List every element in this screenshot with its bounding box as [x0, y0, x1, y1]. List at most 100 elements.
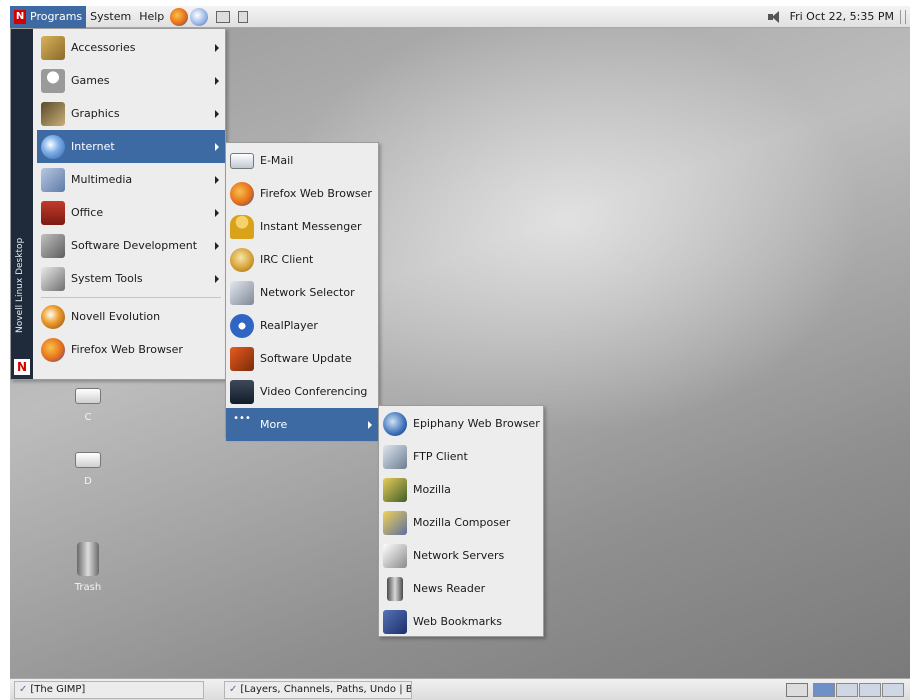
- menu-item-label: Multimedia: [71, 173, 133, 186]
- menu-item-label: Mozilla Composer: [413, 516, 511, 529]
- menu-item-epiphany-web-browser[interactable]: Epiphany Web Browser: [379, 407, 543, 440]
- menu-item-office[interactable]: Office: [37, 196, 225, 229]
- menu-item-label: Graphics: [71, 107, 120, 120]
- menu-item-label: Office: [71, 206, 104, 219]
- workspace-4[interactable]: [882, 682, 904, 697]
- menu-item-label: RealPlayer: [260, 319, 318, 332]
- web-bookmarks-icon: [383, 609, 407, 634]
- menu-item-label: Accessories: [71, 41, 136, 54]
- workspace-2[interactable]: [836, 682, 858, 697]
- menu-item-software-development[interactable]: Software Development: [37, 229, 225, 262]
- programs-menu-button[interactable]: N Programs: [10, 5, 87, 28]
- desktop-icon-trash[interactable]: Trash: [58, 542, 118, 593]
- ftp-client-icon: [383, 444, 407, 469]
- menu-item-software-update[interactable]: Software Update: [226, 342, 378, 375]
- menu-item-firefox-web-browser[interactable]: Firefox Web Browser: [226, 177, 378, 210]
- menu-item-label: More: [260, 418, 288, 431]
- firefox-icon: [230, 181, 254, 206]
- mozilla-composer-icon: [383, 510, 407, 535]
- desktop-icon-label: D: [84, 476, 92, 487]
- submenu-arrow-icon: [215, 242, 219, 250]
- menu-item-label: Software Update: [260, 352, 352, 365]
- evolution-launcher-icon[interactable]: [190, 7, 209, 26]
- submenu-arrow-icon: [215, 110, 219, 118]
- workspace-applet-icon[interactable]: [216, 10, 231, 23]
- software-development-icon: [41, 233, 65, 258]
- more-icon: •••: [233, 412, 251, 424]
- volume-icon[interactable]: [767, 10, 784, 24]
- help-menu-button[interactable]: Help: [135, 6, 168, 28]
- menu-item-ftp-client[interactable]: FTP Client: [379, 440, 543, 473]
- network-servers-icon: [383, 543, 407, 568]
- top-panel: N Programs System Help Fri Oct 22, 5:35 …: [10, 5, 910, 28]
- panel-handle[interactable]: [900, 9, 906, 24]
- menu-item-label: Web Bookmarks: [413, 615, 502, 628]
- submenu-arrow-icon: [215, 209, 219, 217]
- firefox-icon: [41, 337, 65, 362]
- menu-item-firefox-web-browser[interactable]: Firefox Web Browser: [37, 333, 225, 366]
- submenu-arrow-icon: [215, 143, 219, 151]
- window-icon: ✓: [229, 684, 238, 695]
- epiphany-icon: [383, 411, 407, 436]
- menu-item-instant-messenger[interactable]: Instant Messenger: [226, 210, 378, 243]
- novell-logo-icon: N: [14, 359, 30, 375]
- evolution-icon: [41, 304, 65, 329]
- menu-item-graphics[interactable]: Graphics: [37, 97, 225, 130]
- menu-item-multimedia[interactable]: Multimedia: [37, 163, 225, 196]
- realplayer-icon: [230, 313, 254, 338]
- menu-item-accessories[interactable]: Accessories: [37, 31, 225, 64]
- menu-item-label: Video Conferencing: [260, 385, 368, 398]
- games-icon: [41, 68, 65, 93]
- programs-menu: Novell Linux Desktop N Accessories Games…: [10, 28, 226, 380]
- clock[interactable]: Fri Oct 22, 5:35 PM: [790, 10, 894, 23]
- task-label: [The GIMP]: [30, 684, 86, 695]
- menu-item-more[interactable]: ••• More: [226, 408, 378, 441]
- internet-submenu: E-Mail Firefox Web Browser Instant Messe…: [225, 142, 379, 441]
- taskbar-button-gimp[interactable]: ✓ [The GIMP]: [14, 680, 204, 699]
- graphics-icon: [41, 101, 65, 126]
- menu-item-realplayer[interactable]: RealPlayer: [226, 309, 378, 342]
- desktop-icon-label: Trash: [74, 582, 102, 593]
- system-menu-button[interactable]: System: [86, 6, 135, 28]
- menu-item-label: IRC Client: [260, 253, 314, 266]
- desktop-icon-drive-d[interactable]: D: [58, 452, 118, 487]
- submenu-arrow-icon: [368, 421, 372, 429]
- menu-item-label: Games: [71, 74, 110, 87]
- menu-separator: [41, 297, 221, 298]
- menu-item-label: Software Development: [71, 239, 198, 252]
- desktop-icon-drive-c[interactable]: C: [58, 388, 118, 423]
- menu-item-mozilla-composer[interactable]: Mozilla Composer: [379, 506, 543, 539]
- menu-item-mozilla[interactable]: Mozilla: [379, 473, 543, 506]
- menu-item-irc-client[interactable]: IRC Client: [226, 243, 378, 276]
- show-desktop-icon[interactable]: [786, 682, 808, 697]
- menu-item-label: E-Mail: [260, 154, 294, 167]
- workspace-3[interactable]: [859, 682, 881, 697]
- email-icon: [230, 152, 254, 169]
- menu-item-label: Instant Messenger: [260, 220, 362, 233]
- submenu-arrow-icon: [215, 275, 219, 283]
- news-reader-icon: [387, 576, 403, 601]
- banner-text: Novell Linux Desktop: [15, 237, 25, 333]
- clipboard-applet-icon[interactable]: [238, 10, 249, 23]
- menu-item-label: FTP Client: [413, 450, 468, 463]
- menu-item-label: Mozilla: [413, 483, 451, 496]
- menu-item-network-servers[interactable]: Network Servers: [379, 539, 543, 572]
- menu-item-video-conferencing[interactable]: Video Conferencing: [226, 375, 378, 408]
- menu-item-web-bookmarks[interactable]: Web Bookmarks: [379, 605, 543, 638]
- menu-item-games[interactable]: Games: [37, 64, 225, 97]
- menu-item-internet[interactable]: Internet: [37, 130, 225, 163]
- menu-item-novell-evolution[interactable]: Novell Evolution: [37, 300, 225, 333]
- workspace-1[interactable]: [813, 682, 835, 697]
- trash-icon: [77, 542, 99, 576]
- menu-item-news-reader[interactable]: News Reader: [379, 572, 543, 605]
- taskbar-button-layers[interactable]: ✓ [Layers, Channels, Paths, Undo | B: [224, 680, 412, 699]
- menu-item-label: News Reader: [413, 582, 486, 595]
- programs-label: Programs: [30, 10, 83, 23]
- bottom-panel: ✓ [The GIMP] ✓ [Layers, Channels, Paths,…: [10, 678, 910, 700]
- menu-item-label: Network Selector: [260, 286, 355, 299]
- menu-item-label: System Tools: [71, 272, 143, 285]
- menu-item-email[interactable]: E-Mail: [226, 144, 378, 177]
- menu-item-system-tools[interactable]: System Tools: [37, 262, 225, 295]
- menu-item-network-selector[interactable]: Network Selector: [226, 276, 378, 309]
- firefox-launcher-icon[interactable]: [170, 7, 189, 26]
